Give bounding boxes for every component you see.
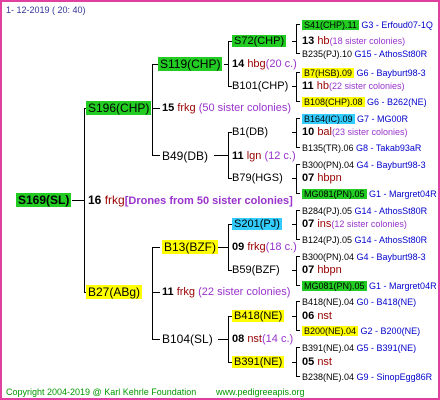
- gen2-info-4: 08 nst(14 c.): [232, 333, 294, 345]
- gen3-queen-4[interactable]: B79(HGS): [232, 171, 283, 185]
- gen3-queen-3[interactable]: B1(DB): [232, 125, 268, 139]
- gen4-queen-4[interactable]: B108(CHP).08 G6 - B262(NE): [302, 95, 427, 109]
- gen4-queen-13[interactable]: B418(NE).04 G0 - B418(NE): [302, 295, 416, 309]
- gen4-queen-12[interactable]: MG081(PN).05 G1 - Margret04R: [302, 279, 437, 293]
- gen4-queen-14[interactable]: B200(NE).04 G2 - B200(NE): [302, 324, 420, 338]
- gen2-queen-4[interactable]: B104(SL): [162, 332, 213, 346]
- site-link[interactable]: www.pedigreeapis.org: [216, 385, 305, 399]
- gen3-info-7: 06 nst: [302, 310, 332, 322]
- gen2-info-3: 09 frkg(18 c.): [232, 241, 297, 253]
- gen3-queen-2[interactable]: B101(CHP): [232, 79, 288, 93]
- gen4-queen-7[interactable]: B300(PN).04 G4 - Bayburt98-3: [302, 158, 426, 172]
- gen3-queen-5[interactable]: S201(PJ): [232, 217, 282, 231]
- root-queen[interactable]: S169(SL): [16, 193, 72, 207]
- gen4-queen-10[interactable]: B124(PJ).05 G14 - AthosSt80R: [302, 233, 427, 247]
- gen4-queen-8[interactable]: MG081(PN).05 G1 - Margret04R: [302, 187, 437, 201]
- gen3-queen-1[interactable]: S72(CHP): [232, 34, 287, 48]
- root-info: 16 frkg[Drones from 50 sister colonies]: [88, 193, 293, 207]
- gen4-queen-2[interactable]: B235(PJ).10 G15 - AthosSt80R: [302, 47, 427, 61]
- gen1-info-1: 15 frkg (50 sister colonies): [162, 102, 292, 114]
- gen4-queen-9[interactable]: B284(PJ).05 G14 - AthosSt80R: [302, 204, 427, 218]
- gen4-queen-11[interactable]: B300(PN).04 G4 - Bayburt98-3: [302, 250, 426, 264]
- gen3-info-1: 13 hb(18 sister colonies): [302, 35, 406, 47]
- gen1-queen-1[interactable]: S196(CHP): [86, 101, 152, 115]
- drones-note: [Drones from 50 sister colonies]: [124, 195, 293, 207]
- gen4-queen-3[interactable]: B7(HSB).09 G6 - Bayburt98-3: [302, 66, 426, 80]
- gen4-queen-6[interactable]: B135(TR).06 G8 - Takab93aR: [302, 141, 421, 155]
- gen4-queen-5[interactable]: B164(IC).09 G7 - MG00R: [302, 112, 408, 126]
- gen3-info-2: 11 hb(22 sister colonies): [302, 80, 405, 92]
- gen3-queen-7[interactable]: B418(NE): [232, 309, 285, 323]
- gen3-info-5: 07 ins(12 sister colonies): [302, 218, 407, 230]
- gen3-info-8: 05 nst: [302, 356, 332, 368]
- root-id: S169(SL): [16, 193, 72, 207]
- gen2-queen-1[interactable]: S119(CHP): [158, 57, 223, 71]
- gen3-info-6: 07 hbpn: [302, 264, 342, 276]
- gen3-queen-8[interactable]: B391(NE): [232, 355, 285, 369]
- report-date: 1- 12-2019 ( 20: 40): [6, 5, 86, 15]
- gen3-queen-6[interactable]: B59(BZF): [232, 263, 280, 277]
- copyright-text: Copyright 2004-2019 @ Karl Kehrle Founda…: [6, 387, 197, 397]
- gen3-info-3: 10 bal(23 sister colonies): [302, 126, 408, 138]
- gen3-info-4: 07 hbpn: [302, 172, 342, 184]
- gen1-queen-2[interactable]: B27(ABg): [86, 285, 143, 299]
- pedigree-frame: 1- 12-2019 ( 20: 40) Copyright 2004-2019…: [0, 0, 440, 400]
- gen2-info-2: 11 lgn (12 c.): [232, 150, 296, 162]
- gen4-queen-1[interactable]: S41(CHP).11 G3 - Erfoud07-1Q: [302, 18, 433, 32]
- gen2-info-1: 14 hbg(20 c.): [232, 58, 297, 70]
- gen4-queen-15[interactable]: B391(NE).04 G5 - B391(NE): [302, 341, 416, 355]
- gen4-queen-16[interactable]: B238(NE).04 G9 - SinopEgg86R: [302, 370, 432, 384]
- gen1-info-2: 11 frkg (22 sister colonies): [162, 286, 291, 298]
- gen2-queen-3[interactable]: B13(BZF): [162, 240, 219, 254]
- gen2-queen-2[interactable]: B49(DB): [162, 149, 208, 163]
